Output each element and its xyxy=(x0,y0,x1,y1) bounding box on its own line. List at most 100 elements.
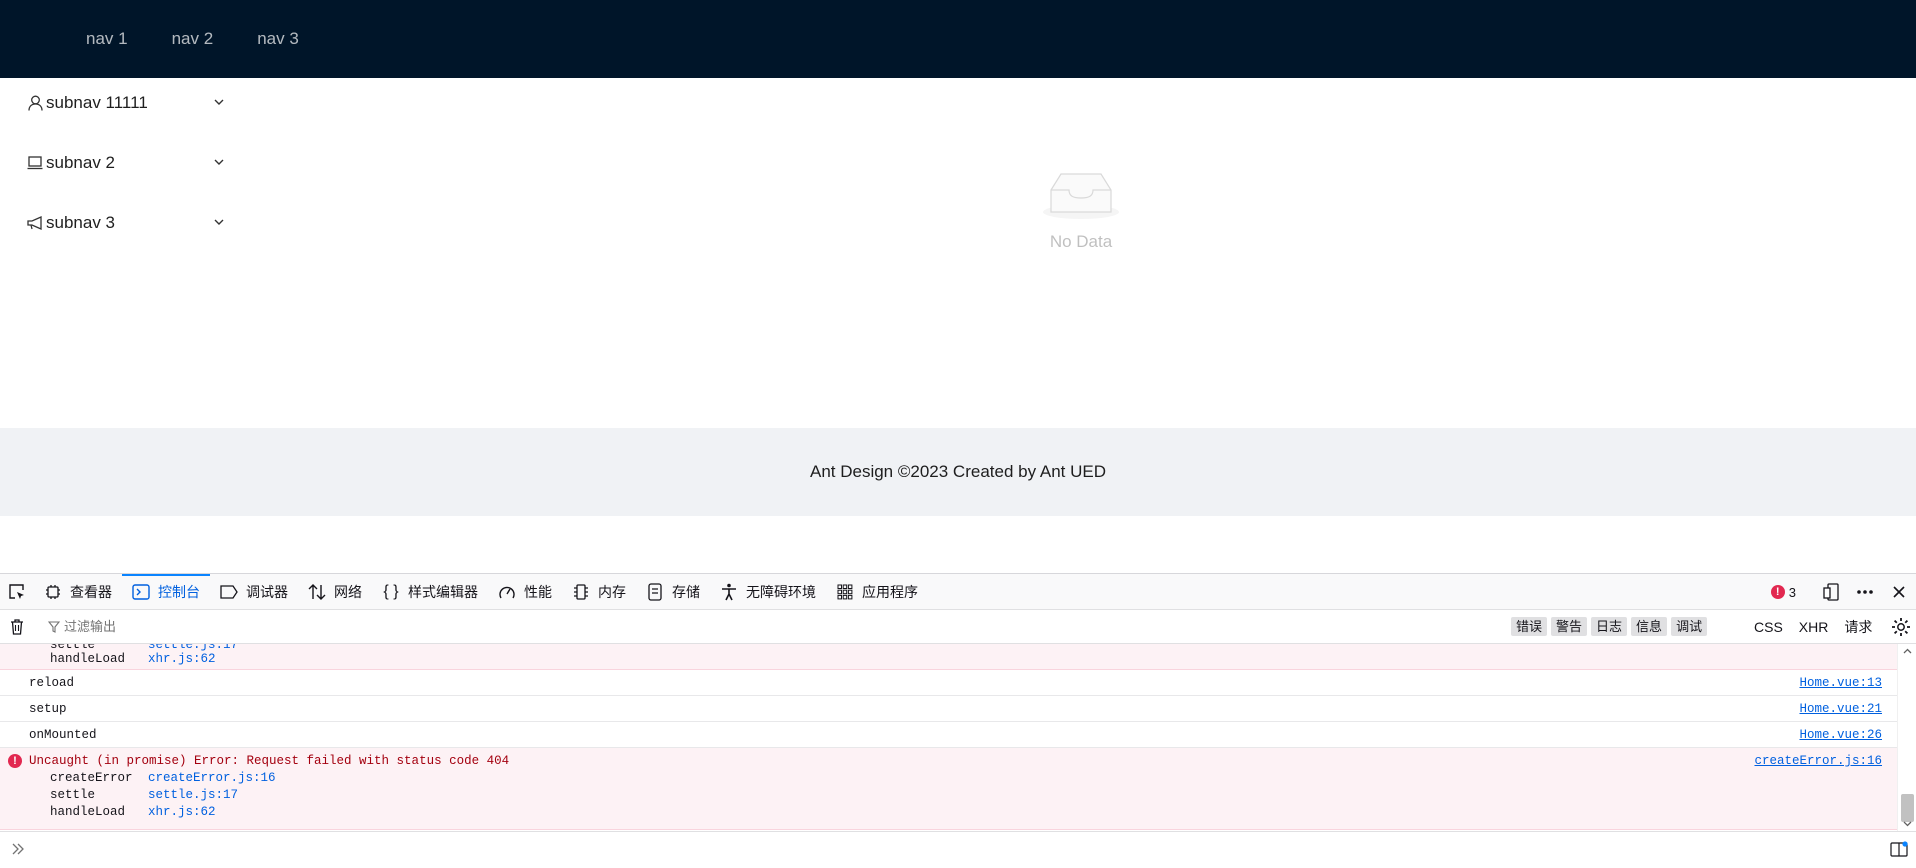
error-count-badge[interactable]: ! 3 xyxy=(1770,584,1796,600)
scroll-up-icon[interactable] xyxy=(1902,646,1913,657)
tab-style-editor[interactable]: { } 样式编辑器 xyxy=(372,574,488,609)
side-menu: subnav 11111 subnav 2 subnav 3 xyxy=(0,78,246,428)
element-picker-button[interactable] xyxy=(0,574,34,609)
stack-frame-function: settle xyxy=(50,788,96,802)
devtools-toolbar-right: ! 3 xyxy=(1770,574,1916,610)
accessibility-icon xyxy=(720,583,738,601)
close-devtools-button[interactable] xyxy=(1882,574,1916,610)
console-command-input[interactable] xyxy=(34,838,1874,860)
nav-item-3[interactable]: nav 3 xyxy=(235,0,321,78)
element-picker-icon xyxy=(9,583,24,599)
main-content: No Data xyxy=(246,78,1916,428)
tab-application[interactable]: 应用程序 xyxy=(826,574,928,609)
log-source-link[interactable]: Home.vue:21 xyxy=(1799,702,1882,716)
tab-label: 控制台 xyxy=(158,583,200,600)
tab-debugger[interactable]: 调试器 xyxy=(210,574,298,609)
tab-inspector[interactable]: 查看器 xyxy=(34,574,122,609)
console-input-line xyxy=(0,831,1916,868)
filter-debug-button[interactable]: 调试 xyxy=(1671,617,1708,636)
tab-network[interactable]: 网络 xyxy=(298,574,372,609)
error-count: 3 xyxy=(1788,584,1796,600)
stack-frame-location[interactable]: xhr.js:62 xyxy=(148,652,216,666)
filter-warnings-button[interactable]: 警告 xyxy=(1551,617,1588,636)
stack-frame-function: settle xyxy=(50,644,96,652)
tab-accessibility[interactable]: 无障碍环境 xyxy=(710,574,826,609)
submenu-3[interactable]: subnav 3 xyxy=(0,198,246,248)
app-page: nav 1 nav 2 nav 3 subnav 11111 subnav 2 … xyxy=(0,0,1916,573)
error-icon: ! xyxy=(1770,585,1785,599)
clear-console-button[interactable] xyxy=(0,610,34,644)
chevron-down-icon xyxy=(214,219,224,225)
error-source-link[interactable]: createError.js:16 xyxy=(1754,754,1882,768)
console-scrollbar[interactable] xyxy=(1897,644,1916,831)
submenu-2[interactable]: subnav 2 xyxy=(0,138,246,188)
more-icon xyxy=(1857,590,1873,594)
log-message: onMounted xyxy=(29,728,97,742)
console-log-row: onMounted Home.vue:26 xyxy=(0,722,1897,748)
log-source-link[interactable]: Home.vue:13 xyxy=(1799,676,1882,690)
empty-text: No Data xyxy=(1049,232,1113,251)
console-log-row: reload Home.vue:13 xyxy=(0,670,1897,696)
tab-label: 存储 xyxy=(672,583,700,600)
close-icon xyxy=(1893,586,1905,598)
footer: Ant Design ©2023 Created by Ant UED xyxy=(0,428,1916,516)
console-error-partial: settle settle.js:17 handleLoad xhr.js:62 xyxy=(0,644,1897,670)
filter-icon xyxy=(48,620,60,633)
message-type-filters: CSS XHR 请求 xyxy=(1754,617,1888,637)
tab-console[interactable]: 控制台 xyxy=(122,574,210,609)
devtools-panel: 查看器 控制台 调试器 网络 { } 样式编辑器 性能 内存 存储 无障碍环境 … xyxy=(0,573,1916,868)
devtools-toolbar: 查看器 控制台 调试器 网络 { } 样式编辑器 性能 内存 存储 无障碍环境 … xyxy=(0,574,1916,610)
gear-icon xyxy=(1892,618,1910,636)
error-message: Uncaught (in promise) Error: Request fai… xyxy=(29,754,510,768)
tab-storage[interactable]: 存储 xyxy=(636,574,710,609)
inspector-icon xyxy=(44,583,62,601)
nav-item-2[interactable]: nav 2 xyxy=(150,0,236,78)
performance-icon xyxy=(498,583,516,601)
filter-logs-button[interactable]: 日志 xyxy=(1591,617,1628,636)
top-navigation: nav 1 nav 2 nav 3 xyxy=(0,0,1916,78)
user-icon xyxy=(26,94,44,112)
filter-output-input[interactable] xyxy=(64,619,1264,634)
filter-info-button[interactable]: 信息 xyxy=(1631,617,1668,636)
log-message: setup xyxy=(29,702,67,716)
tab-label: 性能 xyxy=(524,583,552,600)
more-options-button[interactable] xyxy=(1848,574,1882,610)
tab-memory[interactable]: 内存 xyxy=(562,574,636,609)
empty-inbox-icon xyxy=(1043,173,1119,219)
filter-requests-button[interactable]: 请求 xyxy=(1844,617,1872,637)
console-settings-button[interactable] xyxy=(1890,616,1912,638)
tab-label: 调试器 xyxy=(246,583,288,600)
stack-frame-location[interactable]: createError.js:16 xyxy=(148,771,276,785)
stack-frame-location[interactable]: settle.js:17 xyxy=(148,644,238,652)
style-editor-icon: { } xyxy=(383,582,399,600)
tab-label: 样式编辑器 xyxy=(408,583,478,600)
submenu-1[interactable]: subnav 11111 xyxy=(0,78,246,128)
editor-mode-icon[interactable] xyxy=(1890,841,1908,857)
trash-icon xyxy=(11,618,23,635)
stack-frame-function: createError xyxy=(50,771,133,785)
stack-frame-function: handleLoad xyxy=(50,805,126,819)
tab-label: 无障碍环境 xyxy=(746,583,816,600)
empty-state: No Data xyxy=(246,166,1916,252)
scroll-down-icon[interactable] xyxy=(1902,818,1913,829)
filter-box xyxy=(48,613,1288,641)
memory-icon xyxy=(572,583,590,601)
filter-css-button[interactable]: CSS xyxy=(1754,617,1783,637)
application-icon xyxy=(836,583,854,601)
tab-performance[interactable]: 性能 xyxy=(488,574,562,609)
console-log-row: setup Home.vue:21 xyxy=(0,696,1897,722)
log-source-link[interactable]: Home.vue:26 xyxy=(1799,728,1882,742)
filter-errors-button[interactable]: 错误 xyxy=(1511,617,1548,636)
submenu-label-3: subnav 3 xyxy=(46,213,115,232)
stack-frame-location[interactable]: xhr.js:62 xyxy=(148,805,216,819)
chevron-down-icon xyxy=(214,99,224,105)
tab-label: 内存 xyxy=(598,583,626,600)
tab-label: 查看器 xyxy=(70,583,112,600)
nav-item-1[interactable]: nav 1 xyxy=(64,0,150,78)
stack-frame-function: handleLoad xyxy=(50,652,126,666)
double-chevron-right-icon xyxy=(12,843,24,855)
storage-icon xyxy=(646,582,664,601)
filter-xhr-button[interactable]: XHR xyxy=(1799,617,1829,637)
stack-frame-location[interactable]: settle.js:17 xyxy=(148,788,238,802)
dock-toggle-button[interactable] xyxy=(1814,574,1848,610)
